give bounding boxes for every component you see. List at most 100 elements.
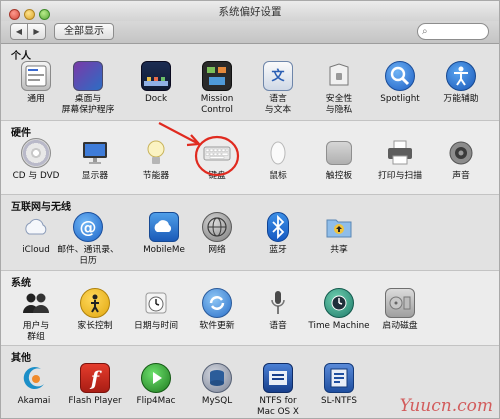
cd-dvd-icon	[21, 138, 51, 168]
search-input[interactable]: ⌕	[417, 23, 489, 40]
language-icon: 文	[263, 61, 293, 91]
pane-trackpad[interactable]: 触控板	[306, 138, 372, 182]
pane-dock[interactable]: Dock	[123, 61, 189, 105]
pane-mouse[interactable]: 鼠标	[245, 138, 311, 182]
pane-label: 万能辅助	[443, 94, 479, 104]
pane-label: 日期与时间	[134, 321, 178, 331]
pane-label: 家长控制	[77, 321, 113, 331]
pane-mail[interactable]: @ 邮件、通讯录、 日历	[55, 212, 121, 267]
title-bar[interactable]: 系统偏好设置	[1, 1, 499, 22]
pane-label: 蓝牙	[269, 245, 287, 255]
pane-language[interactable]: 文 语言 与文本	[245, 61, 311, 116]
pane-speech[interactable]: 语音	[245, 288, 311, 332]
pane-label: SL-NTFS	[321, 396, 357, 406]
nav-buttons: ◀ ▶	[10, 23, 46, 40]
pane-sharing[interactable]: 共享	[306, 212, 372, 256]
pane-label: Flash Player	[68, 396, 122, 406]
pane-display[interactable]: 显示器	[62, 138, 128, 182]
pane-print-scan[interactable]: 打印与扫描	[367, 138, 433, 182]
date-time-icon	[141, 288, 171, 318]
pane-label: 鼠标	[269, 171, 287, 181]
pane-label: 桌面与 屏幕保护程序	[61, 94, 115, 115]
pane-mission-control[interactable]: Mission Control	[184, 61, 250, 116]
section-title: 系统	[11, 278, 31, 289]
pane-accessibility[interactable]: 万能辅助	[428, 61, 494, 105]
pane-users-groups[interactable]: 用户与 群组	[3, 288, 69, 343]
pane-label: 软件更新	[199, 321, 235, 331]
pane-label: MySQL	[201, 396, 233, 406]
mail-icon: @	[73, 212, 103, 242]
section-title: 其他	[11, 353, 31, 364]
forward-button[interactable]: ▶	[28, 23, 46, 40]
sl-ntfs-icon	[324, 363, 354, 393]
security-icon	[324, 61, 354, 91]
pane-network[interactable]: 网络	[184, 212, 250, 256]
pane-label: CD 与 DVD	[12, 171, 60, 181]
pane-label: 键盘	[208, 171, 226, 181]
network-icon	[202, 212, 232, 242]
show-all-button[interactable]: 全部显示	[54, 23, 114, 40]
printer-icon	[385, 138, 415, 168]
energy-saver-icon	[141, 138, 171, 168]
pane-spotlight[interactable]: Spotlight	[367, 61, 433, 105]
pane-label: 启动磁盘	[382, 321, 418, 331]
pane-label: 邮件、通讯录、 日历	[57, 245, 119, 266]
pane-label: Time Machine	[308, 321, 370, 331]
desktop-icon	[73, 61, 103, 91]
display-icon	[80, 138, 110, 168]
pane-keyboard[interactable]: 键盘	[184, 138, 250, 182]
pane-label: 语言 与文本	[264, 94, 292, 115]
pane-label: 打印与扫描	[378, 171, 422, 181]
pane-label: 显示器	[81, 171, 109, 181]
users-icon	[21, 288, 51, 318]
section-system: 系统 用户与 群组 家长控制 日期与时间 软件更新 语音 Time Machin…	[1, 271, 499, 345]
pane-label: Flip4Mac	[136, 396, 176, 406]
pane-sl-ntfs[interactable]: SL-NTFS	[306, 363, 372, 407]
time-machine-icon	[324, 288, 354, 318]
section-title: 硬件	[11, 128, 31, 139]
parental-controls-icon	[80, 288, 110, 318]
pane-security[interactable]: 安全性 与隐私	[306, 61, 372, 116]
window-title: 系统偏好设置	[218, 6, 282, 18]
spotlight-icon	[385, 61, 415, 91]
mission-control-icon	[202, 61, 232, 91]
software-update-icon	[202, 288, 232, 318]
pane-software-update[interactable]: 软件更新	[184, 288, 250, 332]
pane-energy-saver[interactable]: 节能器	[123, 138, 189, 182]
pane-cd-dvd[interactable]: CD 与 DVD	[3, 138, 69, 182]
section-title: 个人	[11, 51, 31, 62]
section-title: 互联网与无线	[11, 202, 71, 213]
pane-date-time[interactable]: 日期与时间	[123, 288, 189, 332]
icloud-icon	[21, 212, 51, 242]
general-icon	[21, 61, 51, 91]
bluetooth-icon	[267, 212, 289, 242]
back-button[interactable]: ◀	[10, 23, 28, 40]
pane-desktop[interactable]: 桌面与 屏幕保护程序	[55, 61, 121, 116]
pane-parental-controls[interactable]: 家长控制	[62, 288, 128, 332]
keyboard-icon	[202, 138, 232, 168]
pane-ntfs-for-mac[interactable]: NTFS for Mac OS X	[245, 363, 311, 418]
watermark: Yuucn.com	[399, 396, 493, 416]
search-icon: ⌕	[422, 26, 428, 37]
mysql-icon	[202, 363, 232, 393]
pane-flash-player[interactable]: f Flash Player	[62, 363, 128, 407]
pane-mysql[interactable]: MySQL	[184, 363, 250, 407]
trackpad-icon	[326, 141, 352, 165]
section-personal: 个人 通用 桌面与 屏幕保护程序 Dock Mission Control 文 …	[1, 44, 499, 120]
pane-startup-disk[interactable]: 启动磁盘	[367, 288, 433, 332]
pane-label: 声音	[452, 171, 470, 181]
mouse-icon	[263, 138, 293, 168]
mobileme-icon	[149, 212, 179, 242]
pane-time-machine[interactable]: Time Machine	[306, 288, 372, 332]
pane-label: 语音	[269, 321, 287, 331]
pane-label: 触控板	[325, 171, 353, 181]
section-hardware: 硬件 CD 与 DVD 显示器 节能器 键盘 鼠标 触控板 打印与扫描 声音	[1, 121, 499, 194]
accessibility-icon	[446, 61, 476, 91]
pane-sound[interactable]: 声音	[428, 138, 494, 182]
toolbar: ◀ ▶ 全部显示 ⌕	[1, 21, 499, 44]
pane-bluetooth[interactable]: 蓝牙	[245, 212, 311, 256]
startup-disk-icon	[385, 288, 415, 318]
pane-akamai[interactable]: Akamai	[1, 363, 67, 407]
pane-flip4mac[interactable]: Flip4Mac	[123, 363, 189, 407]
system-preferences-window: 系统偏好设置 ◀ ▶ 全部显示 ⌕ 个人 通用 桌面与 屏幕保护程序 Dock …	[0, 0, 500, 419]
